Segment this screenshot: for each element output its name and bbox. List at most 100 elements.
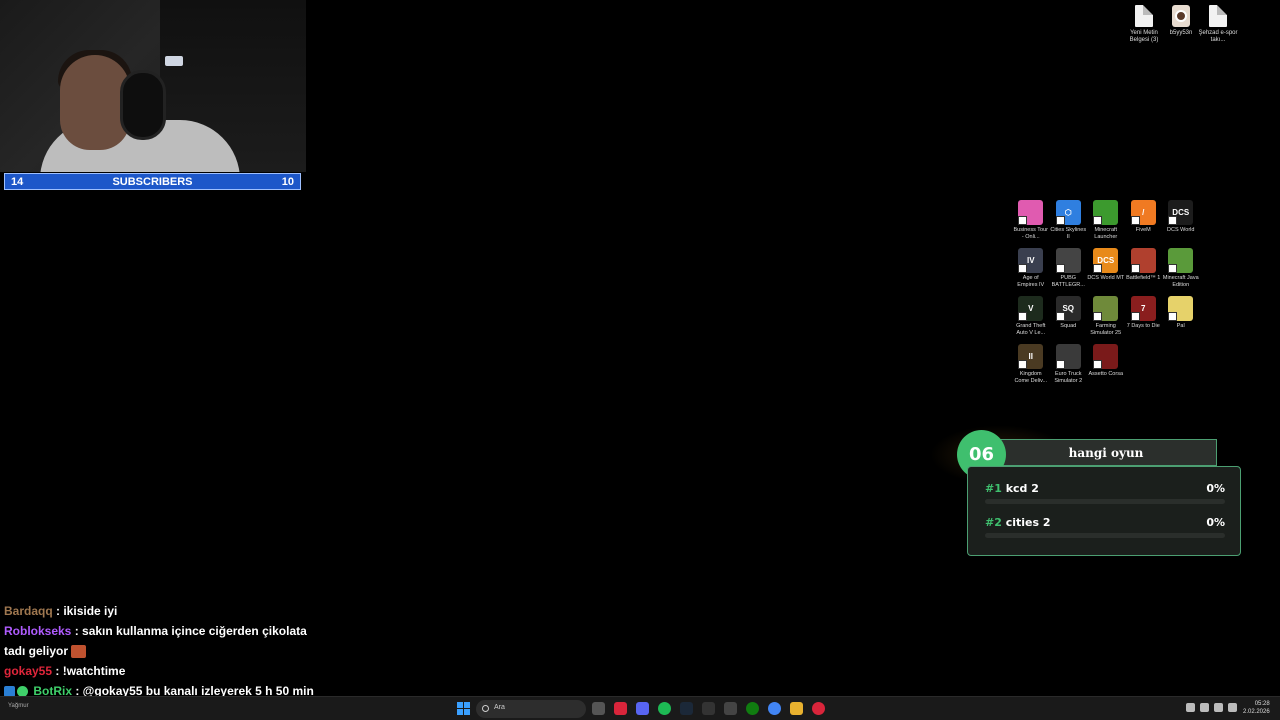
- game-icon: [1168, 248, 1194, 273]
- poll-option-rank: #2: [985, 516, 1002, 529]
- xbox-icon[interactable]: [746, 702, 759, 715]
- volume-icon[interactable]: [1228, 703, 1237, 712]
- desktop-file-label: Yeni Metin Belgesi (3): [1129, 30, 1159, 43]
- game-shortcuts-grid: Business Tour - Onli... ⬡ Cities Skylines …: [1012, 200, 1202, 385]
- desktop-shortcut[interactable]: SQ Squad: [1050, 296, 1088, 337]
- emote-icon: [71, 645, 87, 659]
- file-explorer-icon[interactable]: [790, 702, 803, 715]
- game-icon: /: [1130, 200, 1156, 225]
- game-icon: [1168, 296, 1194, 321]
- poll-option-name: kcd 2: [1005, 482, 1039, 495]
- subscriber-bar: 14 SUBSCRIBERS 10: [4, 173, 301, 190]
- desktop-shortcut-label: Farming Simulator 25: [1090, 323, 1122, 336]
- desktop-shortcut-label: Minecraft Java Edition: [1162, 275, 1199, 288]
- desktop-shortcut-label: FiveM: [1135, 227, 1151, 233]
- taskbar: Yağmur Ara 05:28 2.02.2026: [0, 696, 1280, 720]
- desktop-shortcut[interactable]: V Grand Theft Auto V Le...: [1012, 296, 1050, 337]
- desktop-shortcut[interactable]: Business Tour - Onli...: [1012, 200, 1050, 241]
- microphone-icon[interactable]: [1200, 703, 1209, 712]
- task-view-icon[interactable]: [592, 702, 605, 715]
- chat-username: gokay55: [4, 664, 53, 678]
- desktop-shortcut[interactable]: Minecraft Java Edition: [1162, 248, 1200, 289]
- taskbar-clock[interactable]: 05:28 2.02.2026: [1243, 700, 1270, 716]
- chat-text: : ikiside iyi: [52, 604, 118, 618]
- clock-date: 2.02.2026: [1243, 709, 1270, 715]
- steam-icon[interactable]: [680, 702, 693, 715]
- desktop-shortcut-label: Grand Theft Auto V Le...: [1016, 323, 1046, 336]
- poll-option: #2 cities 2 0%: [985, 516, 1225, 538]
- game-icon: [1055, 344, 1081, 369]
- game-icon: DCS: [1168, 200, 1194, 225]
- game-icon: [1093, 344, 1119, 369]
- chrome-icon[interactable]: [768, 702, 781, 715]
- tray-overflow-icon[interactable]: [1186, 703, 1195, 712]
- desktop-shortcut[interactable]: DCS DCS World: [1162, 200, 1200, 241]
- taskbar-search[interactable]: Ara: [476, 700, 586, 718]
- poll-option-bar: [985, 499, 1225, 504]
- windows-start-icon[interactable]: [457, 702, 470, 715]
- epic-games-icon[interactable]: [702, 702, 715, 715]
- discord-icon[interactable]: [636, 702, 649, 715]
- desktop-shortcut[interactable]: PUBG BATTLEGR...: [1050, 248, 1088, 289]
- webcam-feed: [0, 0, 306, 172]
- chat-username: Bardaqq: [4, 604, 53, 618]
- desktop-shortcut[interactable]: Assetto Corsa: [1087, 344, 1125, 385]
- desktop-file-sehzad[interactable]: Şehzad e-spor takı...: [1198, 5, 1238, 44]
- desktop-file-label: b5yy53n: [1169, 30, 1193, 36]
- desktop-shortcut-label: 7 Days to Die: [1126, 323, 1160, 329]
- desktop-shortcut-label: Pal: [1176, 323, 1185, 329]
- weather-widget[interactable]: Yağmur: [8, 703, 29, 709]
- chat-message: Bardaqq : ikiside iyi: [4, 601, 324, 621]
- desktop-shortcut-label: PUBG BATTLEGR...: [1051, 275, 1085, 288]
- game-icon: [1093, 296, 1119, 321]
- desktop-shortcut-label: Assetto Corsa: [1088, 371, 1124, 377]
- desktop-shortcut[interactable]: II Kingdom Come Deliv...: [1012, 344, 1050, 385]
- obs-icon[interactable]: [812, 702, 825, 715]
- spotify-icon[interactable]: [658, 702, 671, 715]
- poll-option-rank: #1: [985, 482, 1002, 495]
- game-icon: ⬡: [1055, 200, 1081, 225]
- poll-title: hangi oyun: [995, 439, 1217, 466]
- desktop-shortcut[interactable]: Pal: [1162, 296, 1200, 337]
- desktop-file-b5yy53n[interactable]: b5yy53n: [1161, 5, 1201, 37]
- desktop-shortcut[interactable]: Battlefield™ 1: [1125, 248, 1163, 289]
- desktop-shortcut-label: Squad: [1060, 323, 1077, 329]
- desktop-shortcut[interactable]: 7 7 Days to Die: [1125, 296, 1163, 337]
- desktop-shortcut[interactable]: DCS DCS World MT: [1087, 248, 1125, 289]
- chat-text: : !watchtime: [52, 664, 126, 678]
- desktop-shortcut-label: Cities Skylines II: [1050, 227, 1087, 240]
- game-icon: V: [1018, 296, 1044, 321]
- game-icon: [1093, 200, 1119, 225]
- poll-option-bar: [985, 533, 1225, 538]
- desktop-shortcut-label: DCS World: [1167, 227, 1195, 233]
- capcut-icon[interactable]: [724, 702, 737, 715]
- desktop-shortcut-label: Age of Empires IV: [1017, 275, 1045, 288]
- desktop-file-label: Şehzad e-spor takı...: [1198, 30, 1238, 43]
- network-icon[interactable]: [1214, 703, 1223, 712]
- game-icon: [1130, 248, 1156, 273]
- subscriber-right-count: 10: [281, 175, 294, 188]
- poll-option: #1 kcd 2 0%: [985, 482, 1225, 504]
- desktop-shortcut[interactable]: Farming Simulator 25: [1087, 296, 1125, 337]
- image-file-icon: [1172, 5, 1190, 27]
- subscriber-left-count: 14: [11, 175, 24, 188]
- desktop-shortcut[interactable]: ⬡ Cities Skylines II: [1050, 200, 1088, 241]
- game-icon: 7: [1130, 296, 1156, 321]
- desktop-shortcut-label: Battlefield™ 1: [1126, 275, 1161, 281]
- search-icon: [482, 705, 489, 712]
- game-icon: DCS: [1093, 248, 1119, 273]
- desktop-shortcut-label: Kingdom Come Deliv...: [1014, 371, 1048, 384]
- game-icon: [1018, 200, 1044, 225]
- desktop-shortcut-label: Business Tour - Onli...: [1013, 227, 1048, 240]
- desktop-shortcut[interactable]: Minecraft Launcher: [1087, 200, 1125, 241]
- opera-icon[interactable]: [614, 702, 627, 715]
- desktop-shortcut[interactable]: / FiveM: [1125, 200, 1163, 241]
- desktop-shortcut-label: Minecraft Launcher: [1094, 227, 1118, 240]
- poll-option-percent: 0%: [1206, 482, 1225, 495]
- desktop-shortcut[interactable]: Euro Truck Simulator 2: [1050, 344, 1088, 385]
- desktop-shortcut[interactable]: IV Age of Empires IV: [1012, 248, 1050, 289]
- game-icon: IV: [1018, 248, 1044, 273]
- desktop-file-yeni-metin[interactable]: Yeni Metin Belgesi (3): [1124, 5, 1164, 44]
- chat-message: gokay55 : !watchtime: [4, 661, 324, 681]
- chat-message: Roblokseks : sakın kullanma içince ciğer…: [4, 621, 324, 661]
